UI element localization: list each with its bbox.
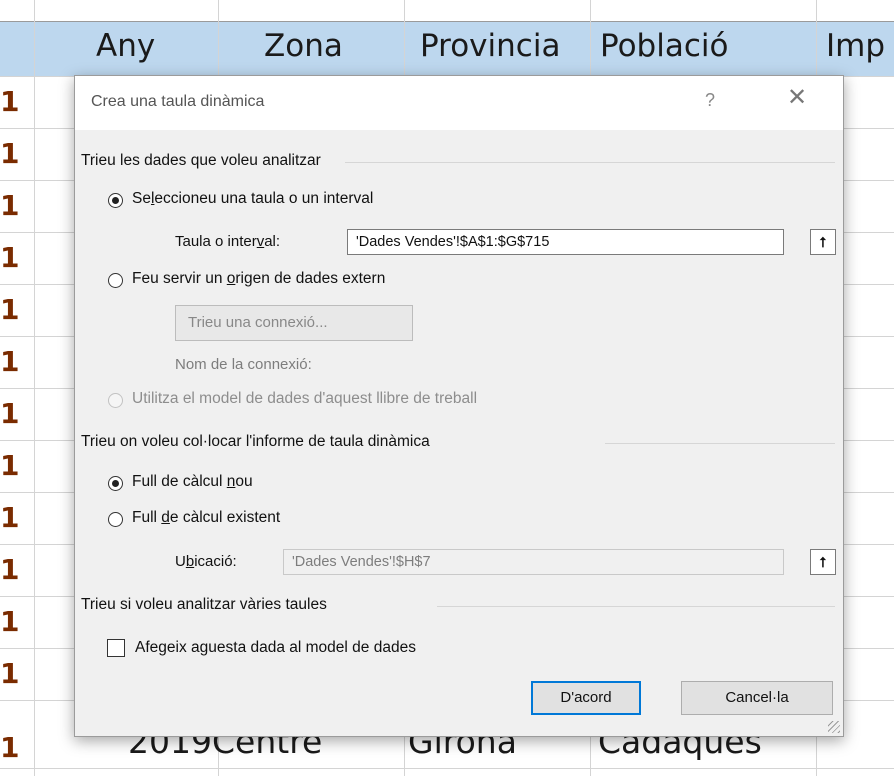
radio-new-worksheet[interactable] xyxy=(108,476,123,491)
row-cell-value: 1 xyxy=(0,731,20,764)
header-cell-poblacio: Població xyxy=(600,28,729,64)
help-button[interactable]: ? xyxy=(705,90,715,111)
create-pivot-table-dialog: Crea una taula dinàmica ? ✕ Trieu les da… xyxy=(74,75,844,737)
row-cell-value: 1 xyxy=(0,553,20,586)
row-cell-value: 1 xyxy=(0,449,20,482)
row-cell-value: 1 xyxy=(0,293,20,326)
choose-connection-button: Trieu una connexió... xyxy=(175,305,413,341)
resize-grip-icon[interactable] xyxy=(828,721,840,733)
connection-name-label: Nom de la connexió: xyxy=(175,356,312,373)
section-divider xyxy=(605,443,835,444)
cancel-button[interactable]: Cancel·la xyxy=(681,681,833,715)
dialog-titlebar: Crea una taula dinàmica ? ✕ xyxy=(75,76,843,130)
label-table-range: Taula o interval: xyxy=(175,233,281,250)
label-external-source: Feu servir un origen de dades extern xyxy=(132,270,386,287)
row-cell-value: 1 xyxy=(0,189,20,222)
location-input: 'Dades Vendes'!$H$7 xyxy=(283,549,784,575)
row-cell-value: 1 xyxy=(0,397,20,430)
label-existing-worksheet: Full de càlcul existent xyxy=(132,509,281,526)
section-divider xyxy=(437,606,835,607)
range-picker-button[interactable]: ⭡ xyxy=(810,229,836,255)
add-to-data-model-checkbox[interactable] xyxy=(107,639,125,657)
label-add-to-data-model: Afegeix aguesta dada al model de dades xyxy=(135,639,416,656)
section-divider xyxy=(345,162,835,163)
dialog-title: Crea una taula dinàmica xyxy=(91,93,265,110)
header-cell-zona: Zona xyxy=(264,28,343,64)
table-range-input[interactable]: 'Dades Vendes'!$A$1:$G$715 xyxy=(347,229,784,255)
close-button[interactable]: ✕ xyxy=(787,86,807,110)
label-location: Ubicació: xyxy=(175,553,237,570)
collapse-arrow-icon: ⭡ xyxy=(819,234,827,250)
row-cell-value: 1 xyxy=(0,137,20,170)
row-cell-value: 1 xyxy=(0,85,20,118)
radio-existing-worksheet[interactable] xyxy=(108,512,123,527)
row-cell-value: 1 xyxy=(0,345,20,378)
location-picker-button[interactable]: ⭡ xyxy=(810,549,836,575)
label-select-table: Seleccioneu una taula o un interval xyxy=(132,190,374,207)
radio-use-data-model xyxy=(108,393,123,408)
section-multiple-tables: Trieu si voleu analitzar vàries taules xyxy=(81,596,327,613)
header-cell-import: Imp xyxy=(826,28,886,64)
row-cell-value: 1 xyxy=(0,605,20,638)
header-cell-provincia: Provincia xyxy=(420,28,561,64)
row-cell-value: 1 xyxy=(0,501,20,534)
radio-external-source[interactable] xyxy=(108,273,123,288)
row-gridline xyxy=(0,768,894,769)
label-use-data-model: Utilitza el model de dades d'aquest llib… xyxy=(132,390,478,407)
label-new-worksheet: Full de càlcul nou xyxy=(132,473,253,490)
row-cell-value: 1 xyxy=(0,241,20,274)
radio-select-table[interactable] xyxy=(108,193,123,208)
header-cell-any: Any xyxy=(96,28,156,64)
row-cell-value: 1 xyxy=(0,657,20,690)
collapse-arrow-icon: ⭡ xyxy=(819,554,827,570)
section-placement: Trieu on voleu col·locar l'informe de ta… xyxy=(81,433,430,450)
section-choose-data: Trieu les dades que voleu analitzar xyxy=(81,152,321,169)
ok-button[interactable]: D'acord xyxy=(531,681,641,715)
